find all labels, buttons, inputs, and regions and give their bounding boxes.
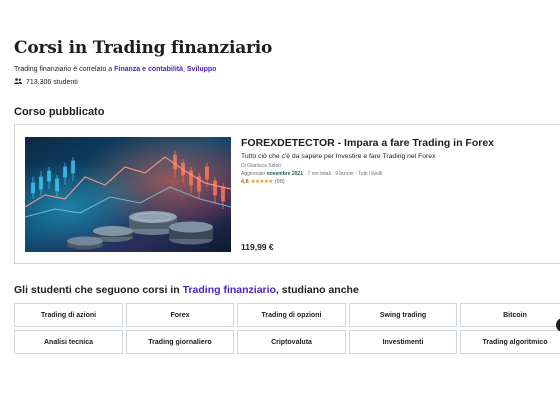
- students-count: 713.306 studenti: [14, 78, 78, 86]
- related-prefix: Trading finanziario è correlato a: [14, 66, 115, 73]
- topic-forex[interactable]: Forex: [126, 303, 234, 327]
- also-studied-prefix: Gli studenti che seguono corsi in: [14, 284, 183, 296]
- course-updated-date: novembre 2021: [266, 171, 303, 177]
- also-studied-highlight[interactable]: Trading finanziario: [183, 284, 276, 296]
- course-description: Tutto ciò che c'è da sapere per Investir…: [241, 153, 436, 160]
- also-studied-suffix: , studiano anche: [275, 284, 359, 296]
- rating-count: (98): [274, 179, 285, 185]
- course-title[interactable]: FOREXDETECTOR - Impara a fare Trading in…: [241, 137, 501, 150]
- topic-analisi-tecnica[interactable]: Analisi tecnica: [14, 330, 123, 354]
- course-thumbnail[interactable]: [25, 137, 231, 252]
- course-details: · 7 ore totali · 9 lezioni · Tutti i liv…: [303, 171, 383, 177]
- course-rating: 4,8 ★★★★★ (98): [241, 179, 501, 185]
- published-section-title: Corso pubblicato: [14, 106, 105, 118]
- rating-stars-icon: ★★★★★: [250, 179, 274, 185]
- users-icon: [14, 78, 22, 86]
- topic-trading-algoritmico[interactable]: Trading algoritmico: [460, 330, 560, 354]
- topic-investimenti[interactable]: Investimenti: [349, 330, 457, 354]
- page-title: Corsi in Trading finanziario: [14, 38, 273, 58]
- course-author: Di Gianluca Sidoti: [241, 163, 281, 169]
- topic-criptovaluta[interactable]: Criptovaluta: [237, 330, 346, 354]
- course-meta: Aggiornato novembre 2021 · 7 ore totali …: [241, 171, 501, 177]
- rating-value: 4,8: [241, 179, 249, 185]
- related-topics: Trading finanziario è correlato a Finanz…: [14, 66, 216, 73]
- course-info: FOREXDETECTOR - Impara a fare Trading in…: [241, 137, 501, 185]
- students-count-text: 713.306 studenti: [26, 78, 78, 86]
- course-card[interactable]: FOREXDETECTOR - Impara a fare Trading in…: [14, 124, 560, 264]
- topic-trading-giornaliero[interactable]: Trading giornaliero: [126, 330, 234, 354]
- topic-swing-trading[interactable]: Swing trading: [349, 303, 457, 327]
- also-studied-title: Gli studenti che seguono corsi in Tradin…: [14, 284, 359, 296]
- topic-trading-di-azioni[interactable]: Trading di azioni: [14, 303, 123, 327]
- topic-bitcoin[interactable]: Bitcoin: [460, 303, 560, 327]
- topic-trading-di-opzioni[interactable]: Trading di opzioni: [237, 303, 346, 327]
- course-updated-label: Aggiornato: [241, 171, 267, 177]
- course-price: 119,99 €: [241, 242, 274, 252]
- related-link-development[interactable]: Sviluppo: [187, 66, 217, 73]
- related-link-finance[interactable]: Finanza e contabilità: [114, 66, 183, 73]
